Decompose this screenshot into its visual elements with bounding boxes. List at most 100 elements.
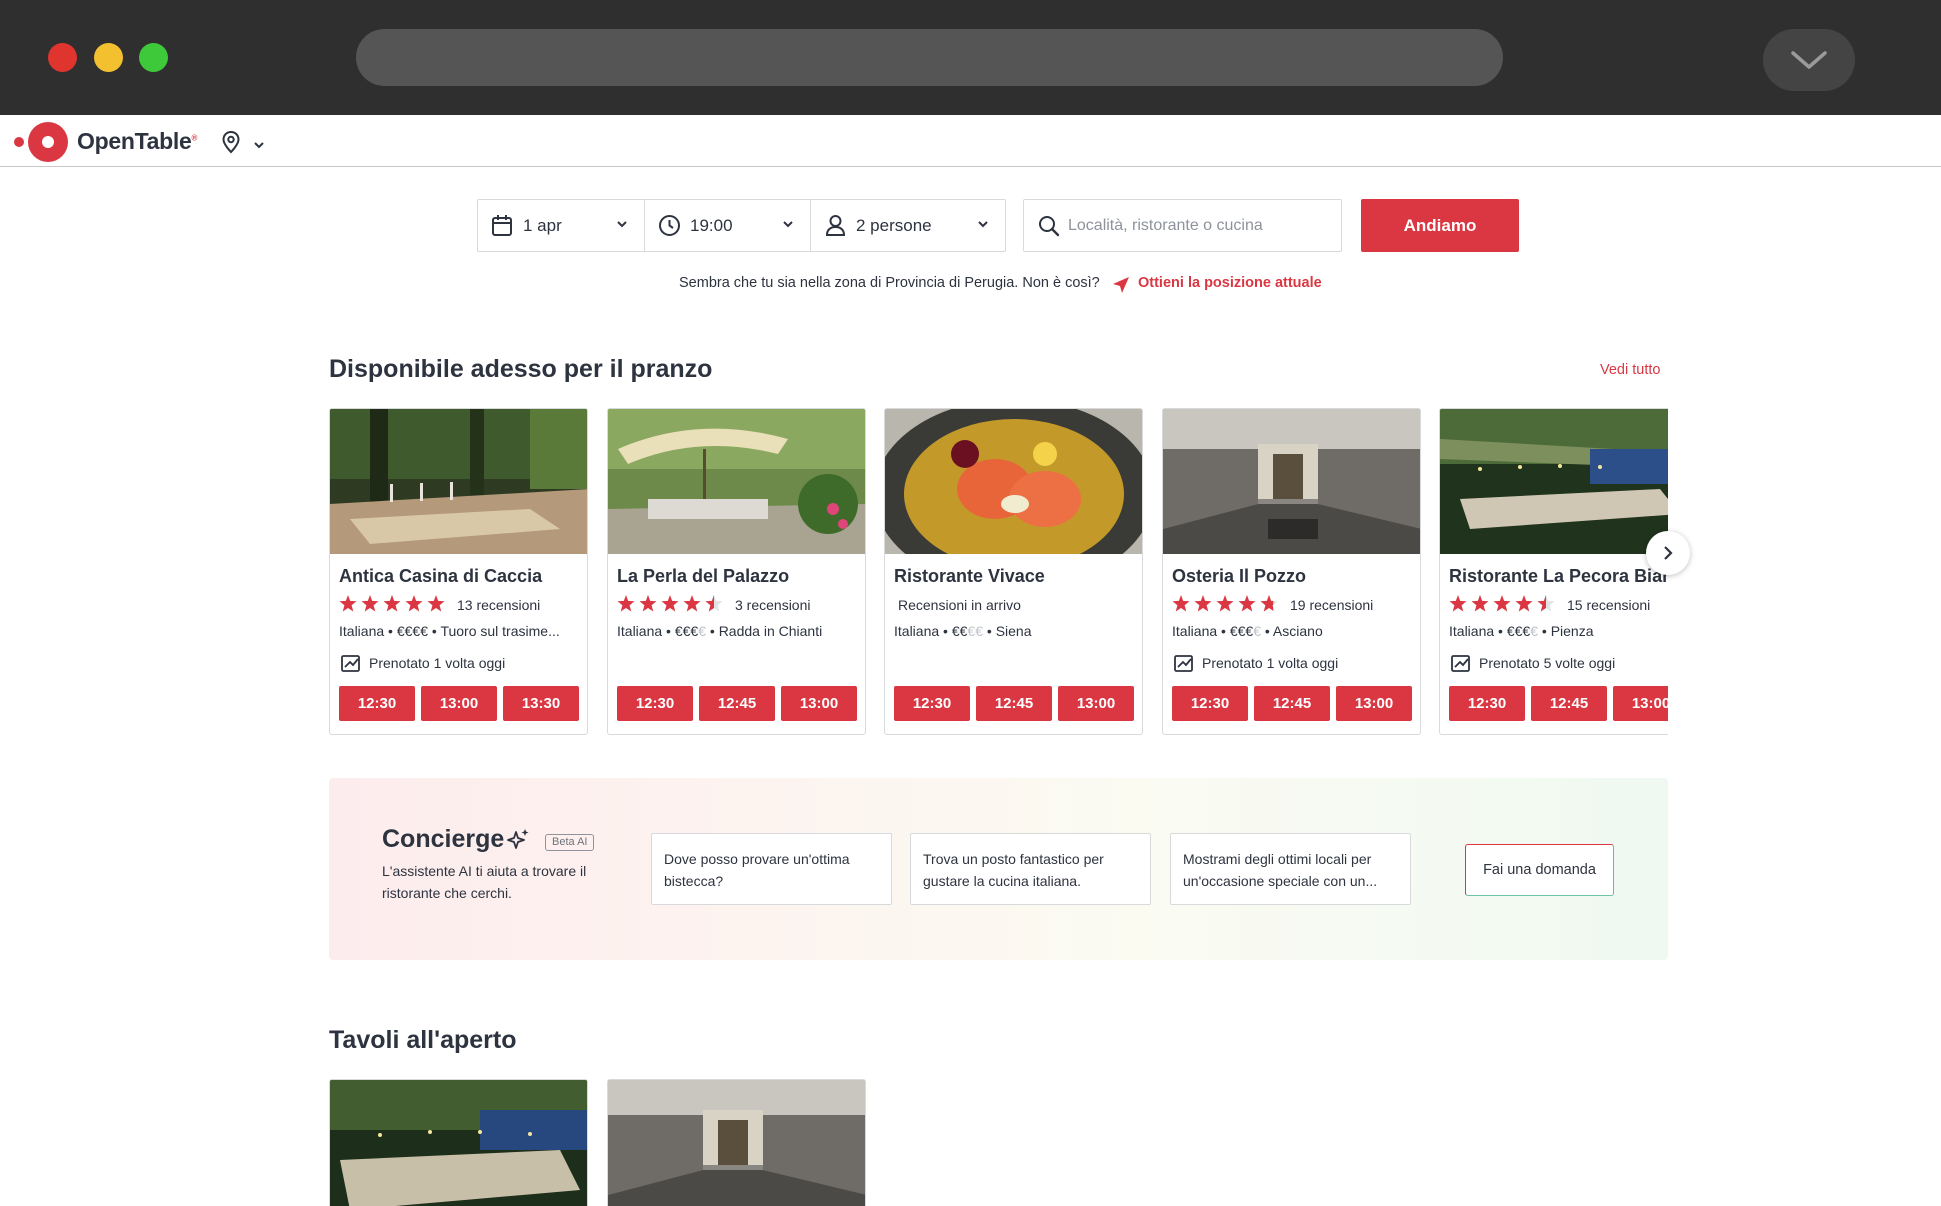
review-count: Recensioni in arrivo (898, 597, 1021, 613)
restaurant-meta: Italiana • €€€€ • Asciano (1172, 623, 1323, 639)
get-location-link[interactable]: Ottieni la posizione attuale (1138, 275, 1322, 291)
time-slots: 12:30 12:45 13:00 (1449, 686, 1668, 721)
window-minimize-button[interactable] (94, 43, 123, 72)
review-count: 3 recensioni (735, 597, 811, 613)
navigation-arrow-icon[interactable] (1112, 276, 1130, 299)
time-slot-button[interactable]: 13:00 (1058, 686, 1134, 721)
suggested-prompt[interactable]: Trova un posto fantastico per gustare la… (910, 833, 1151, 905)
lunch-section-title: Disponibile adesso per il pranzo (329, 355, 713, 383)
restaurant-name[interactable]: Ristorante La Pecora Bianca (1449, 566, 1668, 587)
time-value: 19:00 (690, 216, 733, 235)
time-slot-button[interactable]: 12:30 (1172, 686, 1248, 721)
restaurant-card[interactable]: Ristorante La Pecora Bianca 15 recension… (1439, 408, 1668, 735)
browser-chrome (0, 0, 1941, 115)
restaurant-photo (885, 409, 1142, 554)
carousel-next-button[interactable] (1646, 531, 1690, 575)
window-close-button[interactable] (48, 43, 77, 72)
star-icon (361, 595, 379, 612)
trending-up-icon (1451, 655, 1470, 672)
chevron-down-icon (783, 221, 793, 228)
time-slot-button[interactable]: 12:30 (1449, 686, 1525, 721)
time-slot-button[interactable]: 13:00 (421, 686, 497, 721)
star-icon (683, 595, 701, 612)
outdoor-section-title: Tavoli all'aperto (329, 1026, 517, 1054)
restaurant-photo (608, 1080, 865, 1206)
restaurant-card[interactable]: Antica Casina di Caccia 13 recensioni It… (329, 408, 588, 735)
restaurant-card[interactable] (607, 1079, 866, 1206)
time-slot-button[interactable]: 13:30 (503, 686, 579, 721)
brand-name[interactable]: OpenTable® (77, 128, 197, 155)
star-icon (1238, 595, 1256, 612)
time-slots: 12:30 12:45 13:00 (1172, 686, 1412, 721)
review-count: 15 recensioni (1567, 597, 1651, 613)
chevron-down-icon (1791, 51, 1827, 69)
star-half-icon (1537, 595, 1555, 612)
location-chevron-down-icon[interactable] (253, 137, 265, 155)
party-size-picker[interactable]: 2 persone (810, 200, 1005, 251)
time-slot-button[interactable]: 13:00 (1613, 686, 1668, 721)
trending-up-icon (1174, 655, 1193, 672)
restaurant-meta: Italiana • €€€€ • Pienza (1449, 623, 1594, 639)
restaurant-name[interactable]: La Perla del Palazzo (617, 566, 789, 587)
restaurant-name[interactable]: Ristorante Vivace (894, 566, 1045, 587)
calendar-icon (492, 215, 512, 236)
time-picker[interactable]: 19:00 (644, 200, 810, 251)
restaurant-card[interactable]: Ristorante Vivace Recensioni in arrivo I… (884, 408, 1143, 735)
star-rating (617, 595, 723, 612)
time-slot-button[interactable]: 12:30 (894, 686, 970, 721)
star-icon (339, 595, 357, 612)
search-input[interactable] (1068, 213, 1328, 239)
restaurant-name[interactable]: Osteria Il Pozzo (1172, 566, 1306, 587)
search-icon (1039, 216, 1060, 237)
time-slot-button[interactable]: 12:30 (617, 686, 693, 721)
star-icon (1493, 595, 1511, 612)
time-slot-button[interactable]: 13:00 (781, 686, 857, 721)
suggested-prompt[interactable]: Mostrami degli ottimi locali per un'occa… (1170, 833, 1411, 905)
window-maximize-button[interactable] (139, 43, 168, 72)
time-slot-button[interactable]: 12:45 (976, 686, 1052, 721)
person-icon (825, 215, 846, 236)
restaurant-name[interactable]: Antica Casina di Caccia (339, 566, 542, 587)
time-slot-button[interactable]: 12:45 (1531, 686, 1607, 721)
reservation-picker: 1 apr 19:00 2 persone (477, 199, 1006, 252)
booking-trend: Prenotato 5 volte oggi (1451, 654, 1615, 672)
time-slots: 12:30 12:45 13:00 (894, 686, 1134, 721)
suggested-prompt[interactable]: Dove posso provare un'ottima bistecca? (651, 833, 892, 905)
browser-menu-button[interactable] (1763, 29, 1855, 91)
restaurant-carousel: Antica Casina di Caccia 13 recensioni It… (329, 408, 1668, 736)
star-half-icon (1260, 595, 1278, 612)
time-slot-button[interactable]: 13:00 (1336, 686, 1412, 721)
restaurant-meta: Italiana • €€€€ • Radda in Chianti (617, 623, 823, 639)
time-slot-button[interactable]: 12:30 (339, 686, 415, 721)
restaurant-card[interactable] (329, 1079, 588, 1206)
ask-question-button[interactable]: Fai una domanda (1465, 844, 1614, 896)
review-count: 13 recensioni (457, 597, 541, 613)
time-slots: 12:30 13:00 13:30 (339, 686, 579, 721)
chevron-right-icon (1664, 546, 1673, 560)
top-nav (0, 115, 1941, 167)
search-field[interactable] (1023, 199, 1342, 252)
see-all-link[interactable]: Vedi tutto (1600, 362, 1660, 378)
sparkle-icon (506, 827, 530, 856)
location-pin-icon[interactable] (220, 130, 242, 159)
star-icon (1515, 595, 1533, 612)
star-rating (339, 595, 445, 612)
star-rating (1172, 595, 1278, 612)
restaurant-card[interactable]: La Perla del Palazzo 3 recensioni Italia… (607, 408, 866, 735)
date-picker[interactable]: 1 apr (478, 200, 644, 251)
logo-dot (14, 137, 24, 147)
time-slot-button[interactable]: 12:45 (1254, 686, 1330, 721)
chevron-down-icon (617, 221, 627, 228)
party-value: 2 persone (856, 216, 932, 235)
star-icon (1172, 595, 1190, 612)
time-slots: 12:30 12:45 13:00 (617, 686, 857, 721)
restaurant-card[interactable]: Osteria Il Pozzo 19 recensioni Italiana … (1162, 408, 1421, 735)
address-bar[interactable] (356, 29, 1503, 86)
chevron-down-icon (978, 221, 988, 228)
opentable-logo-icon[interactable] (28, 122, 68, 162)
restaurant-photo (1440, 409, 1668, 554)
time-slot-button[interactable]: 12:45 (699, 686, 775, 721)
star-rating (1449, 595, 1555, 612)
concierge-title: Concierge (382, 825, 505, 853)
search-submit-button[interactable]: Andiamo (1361, 199, 1519, 252)
